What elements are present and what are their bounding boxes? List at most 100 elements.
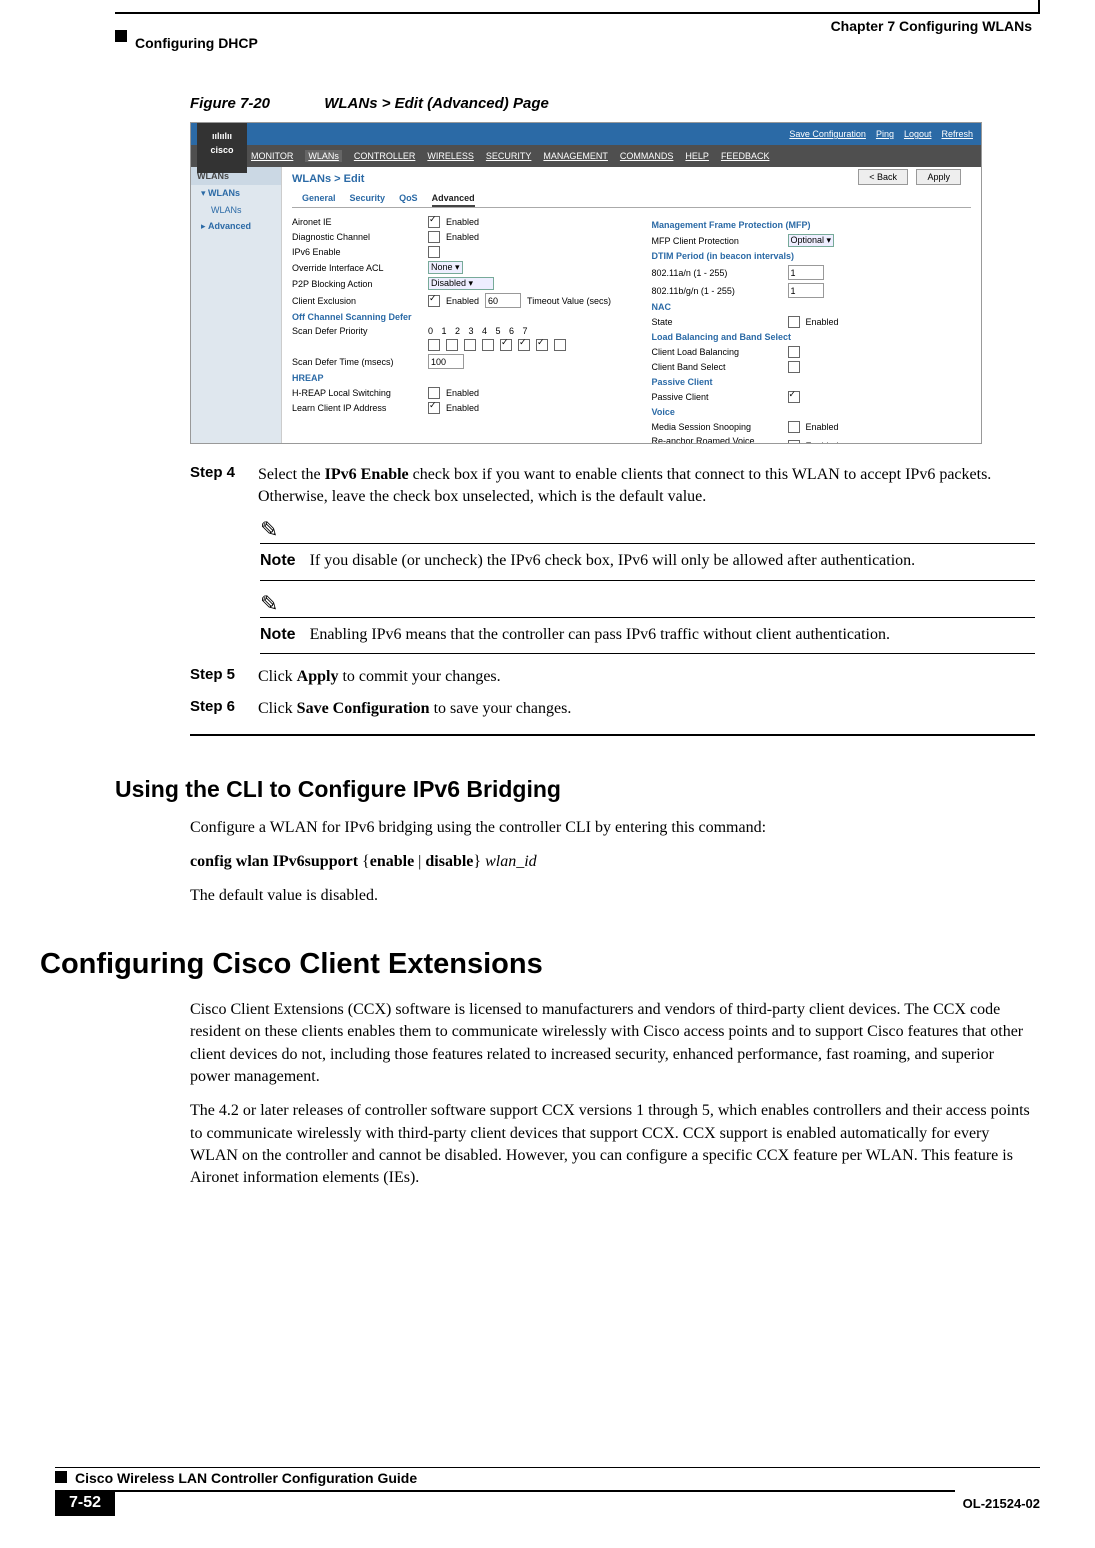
dtim-b-input[interactable] <box>788 283 824 298</box>
screenshot-main: WLANs > Edit < Back Apply General Securi… <box>282 167 981 443</box>
right-column: Management Frame Protection (MFP) MFP Cl… <box>652 216 972 444</box>
step-number: Step 4 <box>190 464 240 507</box>
menu-management[interactable]: MANAGEMENT <box>543 151 608 161</box>
note-label: Note <box>260 624 296 646</box>
cisco-logo: ıılıılııcisco <box>197 123 247 173</box>
sidebar-item-wlans-sub[interactable]: WLANs <box>191 202 281 218</box>
page-footer: Cisco Wireless LAN Controller Configurat… <box>55 1467 1040 1516</box>
sidebar-item-wlans[interactable]: ▾ WLANs <box>191 185 281 202</box>
heading-cli-ipv6: Using the CLI to Configure IPv6 Bridging <box>115 776 1035 803</box>
override-acl-select[interactable]: None ▾ <box>428 261 463 274</box>
screenshot-toolbar: Save Configuration Ping Logout Refresh <box>191 123 981 145</box>
scan-check-2[interactable] <box>464 339 476 351</box>
refresh-link[interactable]: Refresh <box>941 129 973 139</box>
scan-time-label: Scan Defer Time (msecs) <box>292 357 422 367</box>
enabled-label: Enabled <box>446 403 479 413</box>
reanchor-check[interactable] <box>788 440 800 444</box>
menu-security[interactable]: SECURITY <box>486 151 532 161</box>
client-lb-check[interactable] <box>788 346 800 358</box>
pencil-icon <box>260 593 1035 615</box>
note-text: If you disable (or uncheck) the IPv6 che… <box>310 550 916 572</box>
note-2: Note Enabling IPv6 means that the contro… <box>260 593 1035 655</box>
doc-number: OL-21524-02 <box>955 1496 1040 1511</box>
scan-check-6[interactable] <box>536 339 548 351</box>
cli-command: config wlan IPv6support {enable | disabl… <box>190 851 1035 873</box>
menu-help[interactable]: HELP <box>685 151 709 161</box>
nac-section: NAC <box>652 302 972 312</box>
p2p-block-label: P2P Blocking Action <box>292 279 422 289</box>
client-excl-label: Client Exclusion <box>292 296 422 306</box>
tab-qos[interactable]: QoS <box>399 193 418 207</box>
scan-check-1[interactable] <box>446 339 458 351</box>
save-config-link[interactable]: Save Configuration <box>789 129 866 139</box>
mfp-label: MFP Client Protection <box>652 236 782 246</box>
tab-general[interactable]: General <box>302 193 336 207</box>
back-button[interactable]: < Back <box>858 169 908 185</box>
passive-client-label: Passive Client <box>652 392 782 402</box>
timeout-input[interactable] <box>485 293 521 308</box>
ipv6-enable-check[interactable] <box>428 246 440 258</box>
scan-check-5[interactable] <box>518 339 530 351</box>
voice-section: Voice <box>652 407 972 417</box>
logout-link[interactable]: Logout <box>904 129 932 139</box>
p2p-block-select[interactable]: Disabled ▾ <box>428 277 494 290</box>
step-text: Click Save Configuration to save your ch… <box>258 698 1035 720</box>
ping-link[interactable]: Ping <box>876 129 894 139</box>
band-select-check[interactable] <box>788 361 800 373</box>
passive-client-check[interactable] <box>788 391 800 403</box>
menu-controller[interactable]: CONTROLLER <box>354 151 416 161</box>
diag-channel-check[interactable] <box>428 231 440 243</box>
override-acl-label: Override Interface ACL <box>292 263 422 273</box>
nac-state-label: State <box>652 317 782 327</box>
learn-ip-label: Learn Client IP Address <box>292 403 422 413</box>
scan-time-input[interactable] <box>428 354 464 369</box>
menu-commands[interactable]: COMMANDS <box>620 151 674 161</box>
learn-ip-check[interactable] <box>428 402 440 414</box>
dtim-b-label: 802.11b/g/n (1 - 255) <box>652 286 782 296</box>
aironet-ie-check[interactable] <box>428 216 440 228</box>
top-rule <box>115 12 1040 14</box>
ipv6-enable-label: IPv6 Enable <box>292 247 422 257</box>
apply-button[interactable]: Apply <box>916 169 961 185</box>
step-text: Click Apply to commit your changes. <box>258 666 1035 688</box>
scan-check-4[interactable] <box>500 339 512 351</box>
tab-advanced[interactable]: Advanced <box>432 193 475 207</box>
dtim-a-input[interactable] <box>788 265 824 280</box>
dtim-section: DTIM Period (in beacon intervals) <box>652 251 972 261</box>
hreap-local-label: H-REAP Local Switching <box>292 388 422 398</box>
scan-check-7[interactable] <box>554 339 566 351</box>
nac-state-check[interactable] <box>788 316 800 328</box>
note-1: Note If you disable (or uncheck) the IPv… <box>260 519 1035 581</box>
note-label: Note <box>260 550 296 572</box>
step-6: Step 6 Click Save Configuration to save … <box>190 698 1035 720</box>
top-stub <box>1038 0 1040 12</box>
reanchor-label: Re-anchor Roamed Voice Clients <box>652 436 782 444</box>
tabs: General Security QoS Advanced <box>292 193 971 208</box>
scan-cols: 0 1 2 3 4 5 6 7 <box>428 326 531 336</box>
menu-wireless[interactable]: WIRELESS <box>427 151 474 161</box>
scan-check-0[interactable] <box>428 339 440 351</box>
dtim-a-label: 802.11a/n (1 - 255) <box>652 268 782 278</box>
diag-channel-label: Diagnostic Channel <box>292 232 422 242</box>
hreap-section: HREAP <box>292 373 612 383</box>
client-excl-check[interactable] <box>428 295 440 307</box>
screenshot-sidebar: WLANs ▾ WLANs WLANs ▸ Advanced <box>191 167 282 443</box>
sidebar-item-advanced[interactable]: ▸ Advanced <box>191 218 281 235</box>
tab-security[interactable]: Security <box>350 193 386 207</box>
figure-title: WLANs > Edit (Advanced) Page <box>324 95 549 112</box>
scan-priority-label: Scan Defer Priority <box>292 326 422 336</box>
media-snoop-check[interactable] <box>788 421 800 433</box>
menu-monitor[interactable]: MONITOR <box>251 151 293 161</box>
step-number: Step 6 <box>190 698 240 720</box>
heading-ccx: Configuring Cisco Client Extensions <box>40 948 1035 981</box>
menu-feedback[interactable]: FEEDBACK <box>721 151 770 161</box>
enabled-label: Enabled <box>446 217 479 227</box>
scan-check-3[interactable] <box>482 339 494 351</box>
mfp-select[interactable]: Optional ▾ <box>788 234 835 247</box>
menu-wlans[interactable]: WLANs <box>305 150 342 162</box>
figure-caption: Figure 7-20 WLANs > Edit (Advanced) Page <box>190 95 1035 112</box>
hreap-local-check[interactable] <box>428 387 440 399</box>
left-column: Aironet IEEnabled Diagnostic ChannelEnab… <box>292 216 612 444</box>
enabled-label: Enabled <box>446 232 479 242</box>
ccx-paragraph-2: The 4.2 or later releases of controller … <box>190 1100 1035 1190</box>
